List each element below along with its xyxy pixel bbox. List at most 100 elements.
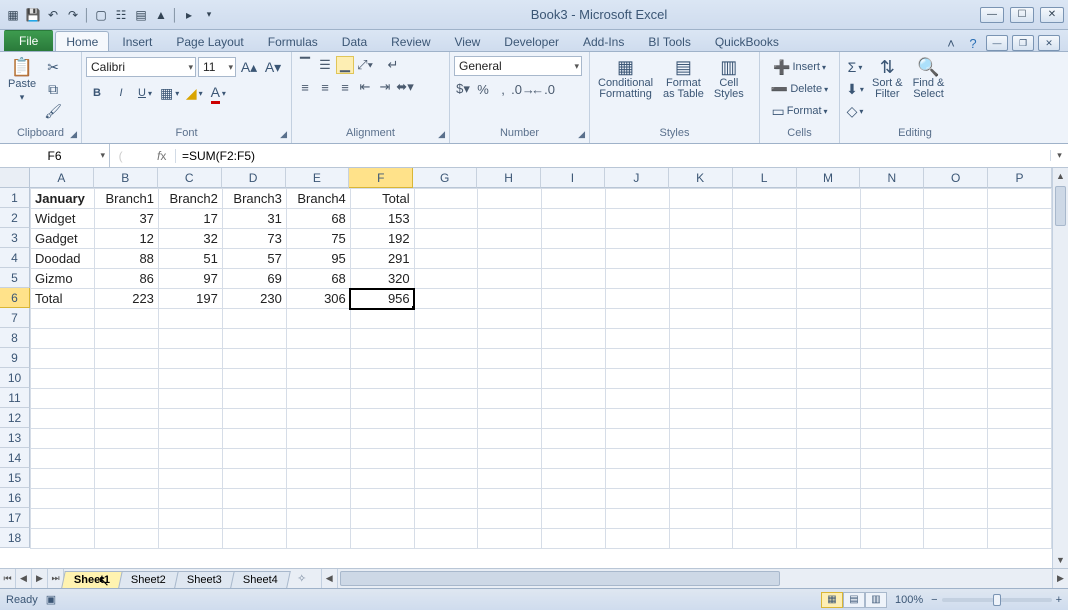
scroll-right-icon[interactable]: ▶	[1052, 569, 1068, 588]
col-header-A[interactable]: A	[30, 168, 94, 188]
format-painter-button[interactable]: 🖌	[42, 100, 64, 122]
cell-G3[interactable]	[414, 229, 478, 249]
cell-P4[interactable]	[988, 249, 1052, 269]
cell-A13[interactable]	[31, 429, 95, 449]
cell-H7[interactable]	[478, 309, 542, 329]
cell-K10[interactable]	[669, 369, 733, 389]
cell-L17[interactable]	[733, 509, 797, 529]
cell-H8[interactable]	[478, 329, 542, 349]
cell-F1[interactable]: Total	[350, 189, 414, 209]
cell-I7[interactable]	[542, 309, 606, 329]
cell-A3[interactable]: Gadget	[31, 229, 95, 249]
col-header-J[interactable]: J	[605, 168, 669, 188]
cell-O6[interactable]	[924, 289, 988, 309]
alignment-dialog-icon[interactable]: ◢	[438, 129, 445, 140]
cell-E5[interactable]: 68	[286, 269, 350, 289]
cell-G15[interactable]	[414, 469, 478, 489]
col-header-G[interactable]: G	[413, 168, 477, 188]
cell-B1[interactable]: Branch1	[94, 189, 158, 209]
cell-F6[interactable]: 956	[350, 289, 414, 309]
doc-restore-button[interactable]: ❐	[1012, 35, 1034, 51]
gridlines-icon[interactable]: ▤	[132, 6, 150, 24]
cell-N2[interactable]	[860, 209, 924, 229]
cell-D6[interactable]: 230	[222, 289, 286, 309]
cell-N13[interactable]	[860, 429, 924, 449]
tab-view[interactable]: View	[444, 31, 492, 51]
cell-O3[interactable]	[924, 229, 988, 249]
cell-N6[interactable]	[860, 289, 924, 309]
cell-K1[interactable]	[669, 189, 733, 209]
cell-L9[interactable]	[733, 349, 797, 369]
cell-J12[interactable]	[605, 409, 669, 429]
cell-L8[interactable]	[733, 329, 797, 349]
cell-O4[interactable]	[924, 249, 988, 269]
cell-G7[interactable]	[414, 309, 478, 329]
cell-P8[interactable]	[988, 329, 1052, 349]
cell-F13[interactable]	[350, 429, 414, 449]
bold-button[interactable]: B	[86, 82, 108, 104]
row-header-16[interactable]: 16	[0, 488, 30, 508]
cell-D12[interactable]	[222, 409, 286, 429]
col-header-L[interactable]: L	[733, 168, 797, 188]
font-color-button[interactable]: A▾	[207, 82, 229, 104]
cell-M14[interactable]	[796, 449, 860, 469]
cell-E8[interactable]	[286, 329, 350, 349]
printpreview-icon[interactable]: ☷	[112, 6, 130, 24]
cell-N18[interactable]	[860, 529, 924, 549]
cell-L3[interactable]	[733, 229, 797, 249]
cell-I6[interactable]	[542, 289, 606, 309]
row-header-10[interactable]: 10	[0, 368, 30, 388]
cell-G17[interactable]	[414, 509, 478, 529]
cell-B8[interactable]	[94, 329, 158, 349]
cell-L5[interactable]	[733, 269, 797, 289]
cell-H5[interactable]	[478, 269, 542, 289]
cell-J15[interactable]	[605, 469, 669, 489]
cell-K15[interactable]	[669, 469, 733, 489]
cell-M15[interactable]	[796, 469, 860, 489]
cell-O17[interactable]	[924, 509, 988, 529]
cell-P16[interactable]	[988, 489, 1052, 509]
cell-D15[interactable]	[222, 469, 286, 489]
cut-button[interactable]: ✂	[42, 56, 64, 78]
name-box[interactable]: F6	[0, 144, 110, 167]
cell-I3[interactable]	[542, 229, 606, 249]
sheet-tab-sheet2[interactable]: Sheet2	[118, 571, 178, 588]
cell-G4[interactable]	[414, 249, 478, 269]
doc-close-button[interactable]: ✕	[1038, 35, 1060, 51]
cell-A12[interactable]	[31, 409, 95, 429]
wrap-text-button[interactable]: ↵	[384, 56, 402, 74]
cell-C9[interactable]	[158, 349, 222, 369]
underline-button[interactable]: U▾	[134, 82, 156, 104]
cell-K8[interactable]	[669, 329, 733, 349]
cell-K5[interactable]	[669, 269, 733, 289]
font-name-combo[interactable]: Calibri	[86, 57, 196, 77]
cell-P12[interactable]	[988, 409, 1052, 429]
cell-H17[interactable]	[478, 509, 542, 529]
cell-O12[interactable]	[924, 409, 988, 429]
cell-D8[interactable]	[222, 329, 286, 349]
cell-C7[interactable]	[158, 309, 222, 329]
vertical-scrollbar[interactable]: ▲ ▼	[1052, 168, 1068, 568]
cell-B10[interactable]	[94, 369, 158, 389]
cell-K18[interactable]	[669, 529, 733, 549]
cell-C5[interactable]: 97	[158, 269, 222, 289]
cell-K12[interactable]	[669, 409, 733, 429]
cell-N3[interactable]	[860, 229, 924, 249]
cell-P10[interactable]	[988, 369, 1052, 389]
cell-F15[interactable]	[350, 469, 414, 489]
cell-N5[interactable]	[860, 269, 924, 289]
cell-E14[interactable]	[286, 449, 350, 469]
cell-H12[interactable]	[478, 409, 542, 429]
col-header-D[interactable]: D	[222, 168, 286, 188]
minimize-ribbon-icon[interactable]: ˄	[942, 35, 960, 51]
row-header-7[interactable]: 7	[0, 308, 30, 328]
cell-E12[interactable]	[286, 409, 350, 429]
tab-home[interactable]: Home	[55, 31, 109, 51]
cell-E2[interactable]: 68	[286, 209, 350, 229]
insert-cells-button[interactable]: ➕Insert▾	[764, 56, 835, 78]
cell-L4[interactable]	[733, 249, 797, 269]
cell-L1[interactable]	[733, 189, 797, 209]
cell-P14[interactable]	[988, 449, 1052, 469]
row-header-4[interactable]: 4	[0, 248, 30, 268]
cell-L14[interactable]	[733, 449, 797, 469]
